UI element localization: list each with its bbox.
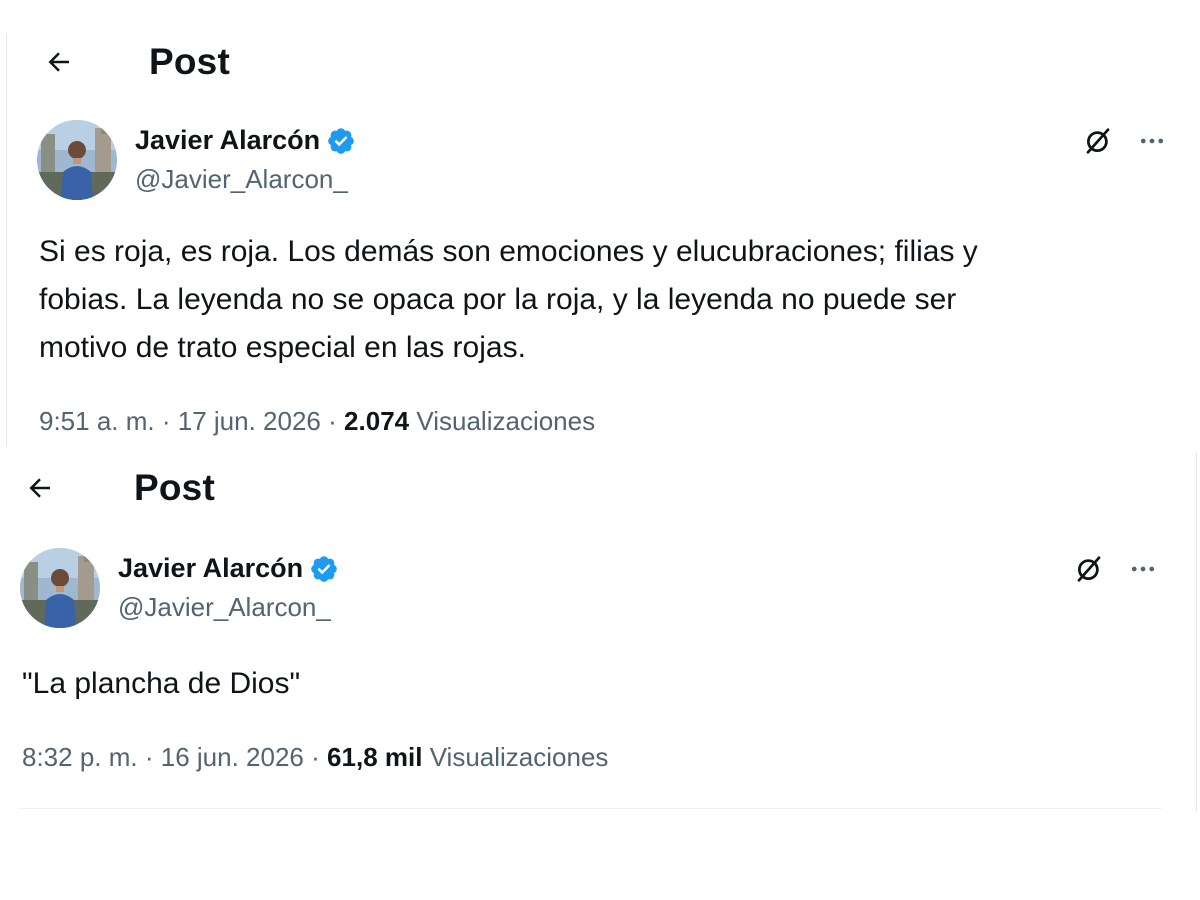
views-label: Visualizaciones: [416, 406, 596, 436]
meta-separator: ·: [161, 406, 171, 436]
post-header: Post: [41, 34, 230, 90]
more-options-icon[interactable]: [1126, 552, 1160, 586]
post-time[interactable]: 8:32 p. m.: [22, 742, 138, 772]
page-title: Post: [149, 41, 230, 82]
post-screenshot-1: Post Javier Alarcón @Javier_Alarcon_ Si …: [6, 34, 1197, 446]
views-label: Visualizaciones: [429, 742, 609, 772]
post-metadata: 9:51 a. m. · 17 jun. 2026 · 2.074 Visual…: [39, 406, 595, 437]
post-author: Javier Alarcón @Javier_Alarcon_: [20, 548, 339, 628]
arrow-left-icon: [29, 478, 50, 498]
views-count: 61,8 mil: [327, 742, 423, 772]
meta-separator: ·: [328, 406, 337, 436]
post-author: Javier Alarcón @Javier_Alarcon_: [37, 120, 356, 200]
avatar[interactable]: [37, 120, 117, 200]
post-actions: [1081, 124, 1169, 158]
post-screenshot-2: Post Javier Alarcón @Javier_Alarcon_ "La…: [0, 452, 1197, 812]
post-actions: [1072, 552, 1160, 586]
author-display-name[interactable]: Javier Alarcón: [118, 553, 303, 584]
page-title: Post: [134, 467, 215, 508]
post-date[interactable]: 16 jun. 2026: [161, 742, 304, 772]
post-header: Post: [22, 460, 215, 516]
author-display-name[interactable]: Javier Alarcón: [135, 125, 320, 156]
author-handle[interactable]: @Javier_Alarcon_: [118, 592, 339, 623]
grok-icon[interactable]: [1081, 124, 1115, 158]
verified-badge-icon: [326, 126, 356, 156]
arrow-left-icon: [48, 52, 69, 72]
post-text: "La plancha de Dios": [22, 667, 301, 700]
more-options-icon[interactable]: [1135, 124, 1169, 158]
post-text: Si es roja, es roja. Los demás son emoci…: [39, 235, 978, 364]
avatar[interactable]: [20, 548, 100, 628]
verified-badge-icon: [309, 554, 339, 584]
meta-separator: ·: [144, 742, 154, 772]
divider: [18, 808, 1162, 809]
back-button[interactable]: [22, 470, 58, 506]
grok-icon[interactable]: [1072, 552, 1106, 586]
post-time[interactable]: 9:51 a. m.: [39, 406, 155, 436]
author-handle[interactable]: @Javier_Alarcon_: [135, 164, 356, 195]
post-metadata: 8:32 p. m. · 16 jun. 2026 · 61,8 mil Vis…: [22, 742, 608, 773]
meta-separator: ·: [311, 742, 320, 772]
views-count: 2.074: [344, 406, 410, 436]
back-button[interactable]: [41, 44, 77, 80]
post-date[interactable]: 17 jun. 2026: [178, 406, 321, 436]
